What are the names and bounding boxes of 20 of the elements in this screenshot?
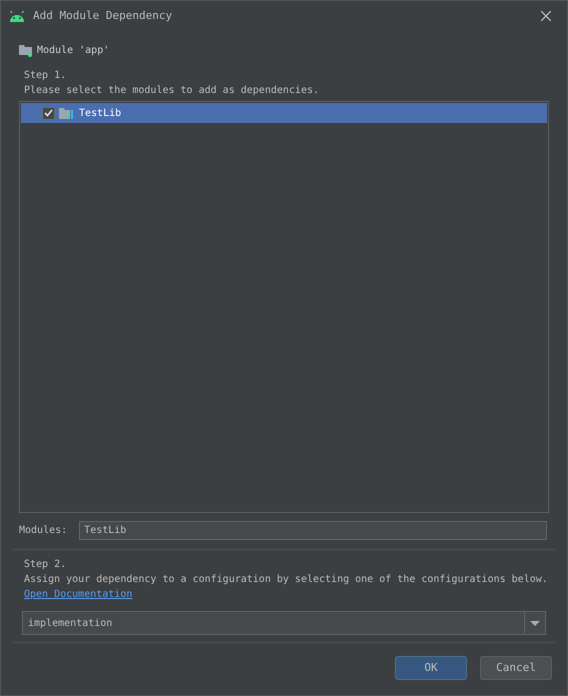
step-description: Please select the modules to add as dependencies. bbox=[24, 84, 320, 98]
close-icon[interactable] bbox=[541, 11, 551, 21]
configuration-dropdown[interactable]: implementation bbox=[22, 611, 546, 635]
window-title: Add Module Dependency bbox=[33, 8, 172, 24]
cancel-button[interactable]: Cancel bbox=[480, 656, 552, 680]
caret-icon bbox=[530, 620, 540, 626]
documentation-link[interactable]: Open Documentation bbox=[24, 589, 132, 600]
modules-label: Modules: bbox=[19, 524, 68, 538]
android-icon bbox=[9, 10, 25, 22]
module-row[interactable]: TestLib bbox=[21, 103, 547, 123]
step-title: Step 1. bbox=[24, 69, 68, 83]
step-description: Assign your dependency to a configuration by selecting one of the configurations below. bbox=[24, 573, 549, 587]
modules-field[interactable]: TestLib bbox=[79, 521, 547, 540]
module-header: Module 'app' bbox=[37, 44, 110, 58]
library-module-icon bbox=[59, 107, 75, 119]
module-label: TestLib bbox=[79, 106, 122, 120]
module-folder-icon bbox=[19, 44, 33, 57]
step-title: Step 2. bbox=[24, 558, 68, 572]
module-checkbox[interactable] bbox=[42, 106, 55, 120]
ok-button[interactable]: OK bbox=[395, 656, 467, 680]
